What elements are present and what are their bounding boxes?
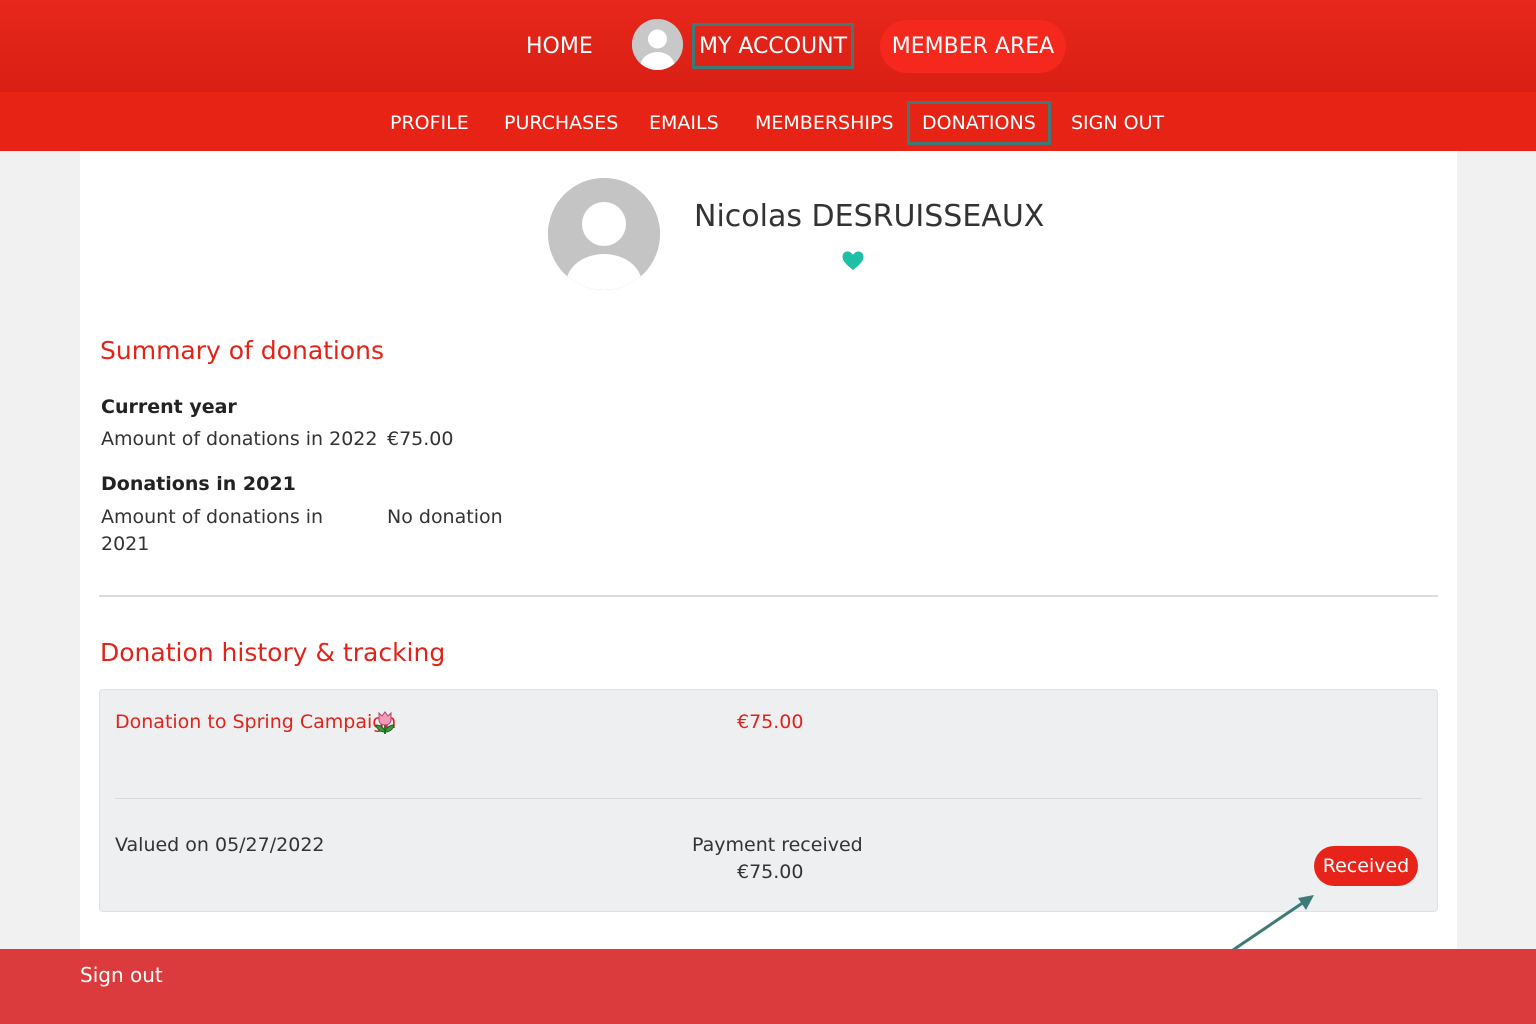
payment-label: Payment received (692, 834, 863, 856)
profile-name: Nicolas DESRUISSEAUX (694, 199, 1045, 234)
nav-home-link[interactable]: HOME (516, 30, 603, 64)
profile-avatar (548, 178, 660, 290)
avatar-icon (632, 19, 683, 70)
account-subnav: PROFILE PURCHASES EMAILS MEMBERSHIPS DON… (0, 92, 1536, 151)
tab-memberships[interactable]: MEMBERSHIPS (743, 101, 906, 145)
footer-sign-out-link[interactable]: Sign out (80, 963, 163, 987)
profile-avatar-icon (548, 178, 660, 290)
prev-year-value: No donation (387, 506, 503, 528)
payment-amount: €75.00 (737, 861, 804, 883)
valued-on-date: Valued on 05/27/2022 (115, 834, 325, 856)
prev-year-heading: Donations in 2021 (101, 473, 296, 495)
tulip-icon (375, 711, 395, 734)
prev-year-label-line1: Amount of donations in (101, 506, 324, 528)
footer-bar: Sign out (0, 949, 1536, 1024)
user-avatar[interactable] (632, 19, 683, 70)
history-title: Donation history & tracking (100, 638, 446, 667)
prev-year-label-line2: 2021 (101, 533, 150, 555)
heart-icon (842, 251, 864, 270)
tab-donations[interactable]: DONATIONS (907, 101, 1051, 145)
nav-member-area-button[interactable]: MEMBER AREA (880, 20, 1066, 73)
section-divider (99, 595, 1438, 597)
current-year-heading: Current year (101, 396, 237, 418)
donation-amount: €75.00 (737, 711, 804, 733)
summary-title: Summary of donations (100, 336, 385, 365)
current-year-label: Amount of donations in 2022 (101, 428, 378, 450)
card-divider (115, 798, 1422, 799)
status-badge: Received (1314, 846, 1418, 886)
nav-my-account-link[interactable]: MY ACCOUNT (692, 23, 854, 69)
tab-profile[interactable]: PROFILE (378, 101, 481, 145)
tab-emails[interactable]: EMAILS (637, 101, 731, 145)
current-year-value: €75.00 (387, 428, 454, 450)
top-navigation: HOME MY ACCOUNT MEMBER AREA (0, 0, 1536, 92)
tab-purchases[interactable]: PURCHASES (492, 101, 630, 145)
donation-name-link[interactable]: Donation to Spring Campaign (115, 711, 396, 733)
tab-sign-out[interactable]: SIGN OUT (1059, 101, 1176, 145)
annotation-arrow-icon (1232, 895, 1314, 952)
